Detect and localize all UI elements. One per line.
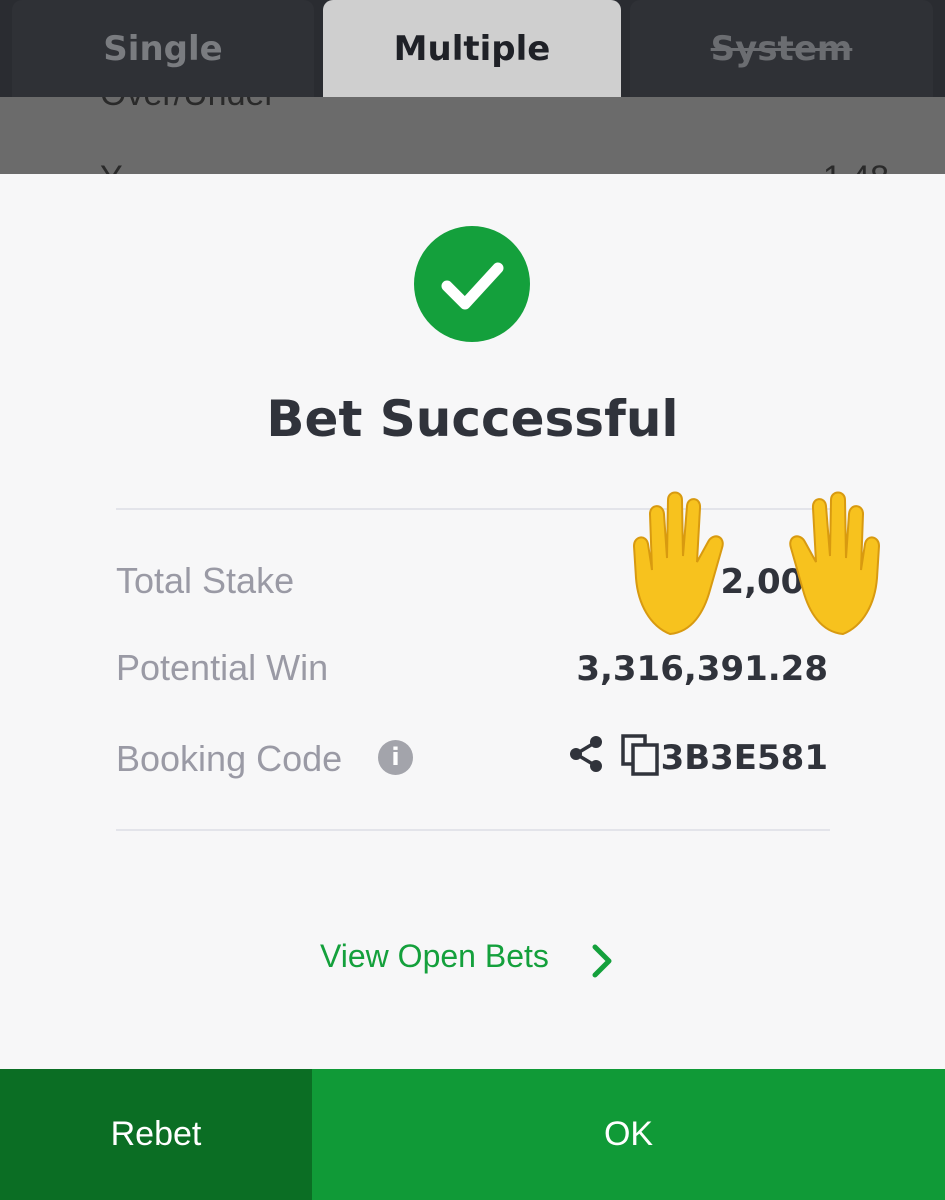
ok-button[interactable]: OK — [312, 1069, 945, 1200]
potential-win-value: 3,316,391.28 — [576, 649, 828, 689]
selection-odds: 1.48 — [823, 159, 889, 174]
view-open-bets-link[interactable]: View Open Bets — [320, 938, 549, 975]
copy-icon[interactable] — [620, 733, 662, 777]
raised-hand-left-emoji — [632, 491, 724, 636]
bet-slip-background: Over/Under Y... 1.48 — [0, 97, 945, 174]
tab-system[interactable]: System — [630, 0, 933, 97]
success-check-icon — [414, 226, 530, 342]
info-icon[interactable]: i — [378, 740, 413, 775]
booking-code-label: Booking Code — [116, 738, 343, 779]
total-stake-label: Total Stake — [116, 560, 295, 601]
bet-success-dialog: Bet Successful Total Stake 2,000 Potenti… — [0, 174, 945, 1069]
chevron-right-icon[interactable] — [588, 944, 616, 978]
tab-single[interactable]: Single — [12, 0, 314, 97]
share-icon[interactable] — [566, 734, 606, 774]
selection-name: Y... — [100, 159, 147, 174]
booking-code-value[interactable]: 3B3E581 — [661, 738, 828, 778]
dialog-title: Bet Successful — [266, 390, 679, 448]
market-name: Over/Under — [100, 97, 276, 114]
rebet-button[interactable]: Rebet — [0, 1069, 312, 1200]
potential-win-label: Potential Win — [116, 647, 329, 688]
bet-type-tabs: Single Multiple System — [0, 0, 945, 97]
tab-multiple[interactable]: Multiple — [323, 0, 621, 97]
raised-hand-right-emoji — [789, 491, 881, 636]
divider-bottom — [116, 829, 830, 831]
